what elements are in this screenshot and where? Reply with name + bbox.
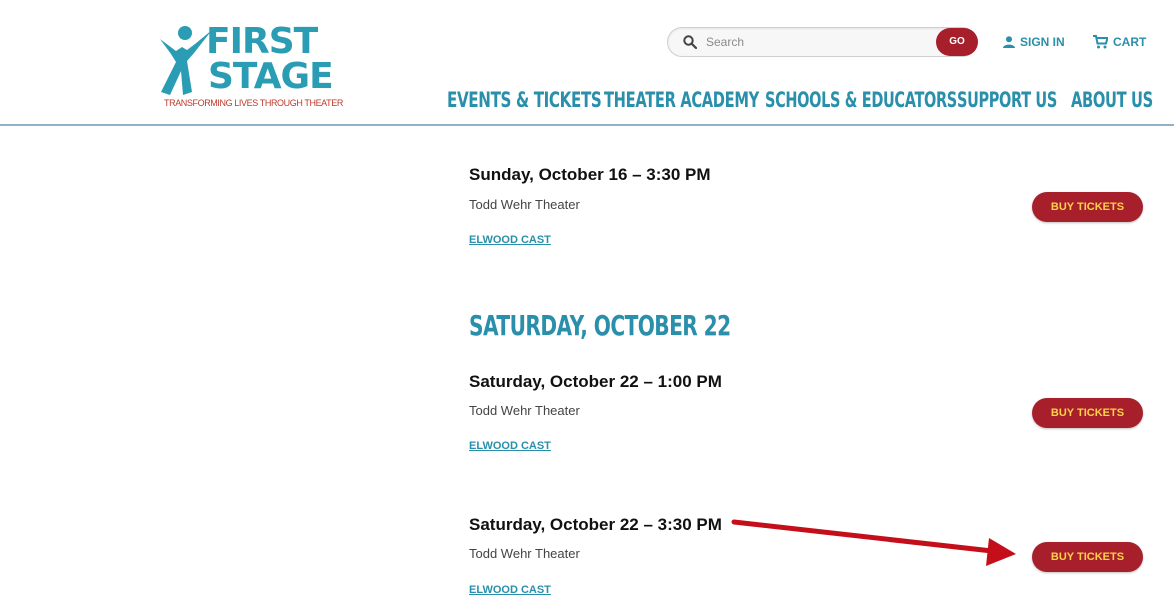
sign-in-label: SIGN IN (1020, 35, 1065, 49)
buy-tickets-button[interactable]: BUY TICKETS (1032, 542, 1143, 572)
site-header: FIRST STAGE TRANSFORMING LIVES THROUGH T… (0, 0, 1174, 126)
user-icon (1003, 36, 1015, 48)
cast-link[interactable]: ELWOOD CAST (469, 440, 551, 452)
search-icon (683, 35, 697, 49)
performance-venue: Todd Wehr Theater (469, 403, 580, 418)
search-go-button[interactable]: GO (936, 28, 978, 56)
logo-word-stage: STAGE (208, 56, 334, 97)
search-input[interactable] (706, 33, 926, 51)
nav-theater-academy[interactable]: THEATER ACADEMY (604, 86, 759, 114)
performance-venue: Todd Wehr Theater (469, 197, 580, 212)
cast-link[interactable]: ELWOOD CAST (469, 234, 551, 246)
nav-events-tickets[interactable]: EVENTS & TICKETS (447, 86, 602, 114)
buy-tickets-button[interactable]: BUY TICKETS (1032, 398, 1143, 428)
cart-icon (1093, 35, 1108, 49)
performance-title: Saturday, October 22 – 1:00 PM (469, 372, 722, 391)
search-box[interactable] (667, 27, 977, 57)
logo-tagline: TRANSFORMING LIVES THROUGH THEATER (164, 98, 343, 108)
sign-in-link[interactable]: SIGN IN (1003, 33, 1065, 51)
performance-title: Saturday, October 22 – 3:30 PM (469, 515, 722, 534)
buy-tickets-button[interactable]: BUY TICKETS (1032, 192, 1143, 222)
performance-title: Sunday, October 16 – 3:30 PM (469, 165, 711, 184)
cast-link[interactable]: ELWOOD CAST (469, 584, 551, 596)
nav-about-us[interactable]: ABOUT US (1071, 86, 1153, 114)
nav-schools-educators[interactable]: SCHOOLS & EDUCATORS (765, 86, 957, 114)
date-heading: SATURDAY, OCTOBER 22 (469, 309, 731, 342)
performance-venue: Todd Wehr Theater (469, 546, 580, 561)
logo-word-first: FIRST (206, 21, 318, 62)
nav-support-us[interactable]: SUPPORT US (957, 86, 1057, 114)
cart-label: CART (1113, 35, 1147, 49)
first-stage-logo[interactable]: FIRST STAGE TRANSFORMING LIVES THROUGH T… (158, 21, 343, 112)
cart-link[interactable]: CART (1093, 33, 1146, 51)
